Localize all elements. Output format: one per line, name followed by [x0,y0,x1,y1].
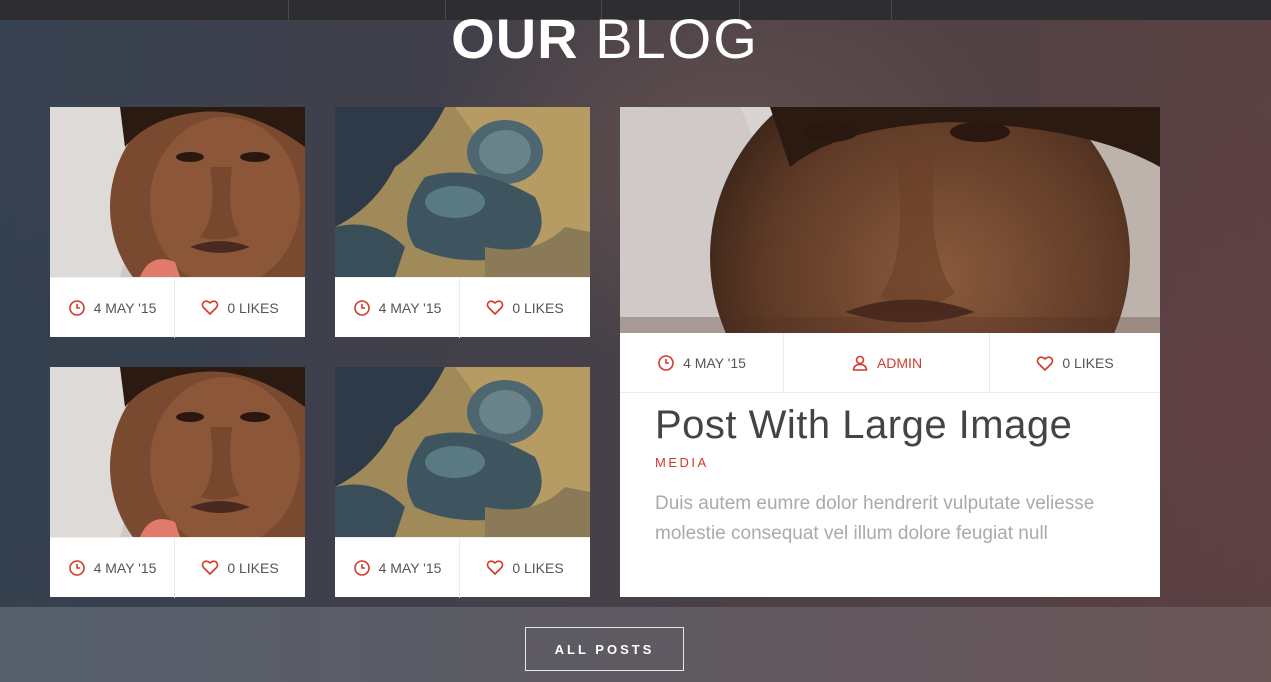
post-date-text: 4 MAY '15 [378,559,442,576]
post-likes[interactable]: 0 LIKES [460,278,590,338]
heart-icon [201,559,219,576]
post-date: 4 MAY '15 [335,277,460,338]
portrait-image [620,107,1160,333]
clock-icon [68,299,86,317]
featured-likes-text: 0 LIKES [1062,355,1114,371]
post-meta: 4 MAY '15 0 LIKES [50,277,305,338]
post-likes-text: 0 LIKES [227,299,279,316]
post-excerpt: Duis autem eumre dolor hendrerit vulputa… [655,493,1095,544]
post-thumbnail[interactable] [335,107,590,277]
heading-bold: OUR [451,8,579,68]
clock-icon [353,299,371,317]
featured-post-card[interactable]: 4 MAY '15 ADMIN 0 LIKES Post With Large … [620,107,1160,597]
portrait-image [50,107,305,277]
post-likes[interactable]: 0 LIKES [460,538,590,598]
featured-author-text: ADMIN [876,355,923,371]
post-likes[interactable]: 0 LIKES [175,278,305,338]
post-category[interactable]: MEDIA [655,455,709,470]
post-date: 4 MAY '15 [50,277,175,338]
post-thumbnail[interactable] [50,367,305,537]
blog-post-card[interactable]: 4 MAY '15 0 LIKES [335,367,590,598]
heart-icon [486,559,504,576]
blog-post-card[interactable]: 4 MAY '15 0 LIKES [50,107,305,338]
heart-icon [1036,355,1054,372]
portrait-image [50,367,305,537]
featured-date: 4 MAY '15 [620,333,784,393]
all-posts-button[interactable]: ALL POSTS [525,627,684,671]
post-date: 4 MAY '15 [335,537,460,598]
user-icon [851,354,869,372]
post-date-text: 4 MAY '15 [93,559,157,576]
featured-post-meta: 4 MAY '15 ADMIN 0 LIKES [620,333,1160,393]
post-likes-text: 0 LIKES [512,299,564,316]
featured-likes[interactable]: 0 LIKES [990,333,1160,393]
statue-image [335,367,590,537]
post-meta: 4 MAY '15 0 LIKES [50,537,305,598]
clock-icon [353,559,371,577]
post-likes[interactable]: 0 LIKES [175,538,305,598]
blog-post-card[interactable]: 4 MAY '15 0 LIKES [335,107,590,338]
featured-date-text: 4 MAY '15 [683,355,746,371]
post-date-text: 4 MAY '15 [378,299,442,316]
post-meta: 4 MAY '15 0 LIKES [335,537,590,598]
post-date-text: 4 MAY '15 [93,299,157,316]
post-thumbnail[interactable] [335,367,590,537]
post-likes-text: 0 LIKES [227,559,279,576]
featured-author[interactable]: ADMIN [784,333,990,393]
blog-post-card[interactable]: 4 MAY '15 0 LIKES [50,367,305,598]
post-title[interactable]: Post With Large Image [655,403,1072,448]
heading-light: BLOG [595,8,759,68]
post-thumbnail[interactable] [50,107,305,277]
post-likes-text: 0 LIKES [512,559,564,576]
clock-icon [657,354,675,372]
heart-icon [486,299,504,316]
clock-icon [68,559,86,577]
featured-post-image[interactable] [620,107,1160,333]
post-meta: 4 MAY '15 0 LIKES [335,277,590,338]
post-date: 4 MAY '15 [50,537,175,598]
section-heading: OUR BLOG [0,8,1210,68]
heart-icon [201,299,219,316]
statue-image [335,107,590,277]
